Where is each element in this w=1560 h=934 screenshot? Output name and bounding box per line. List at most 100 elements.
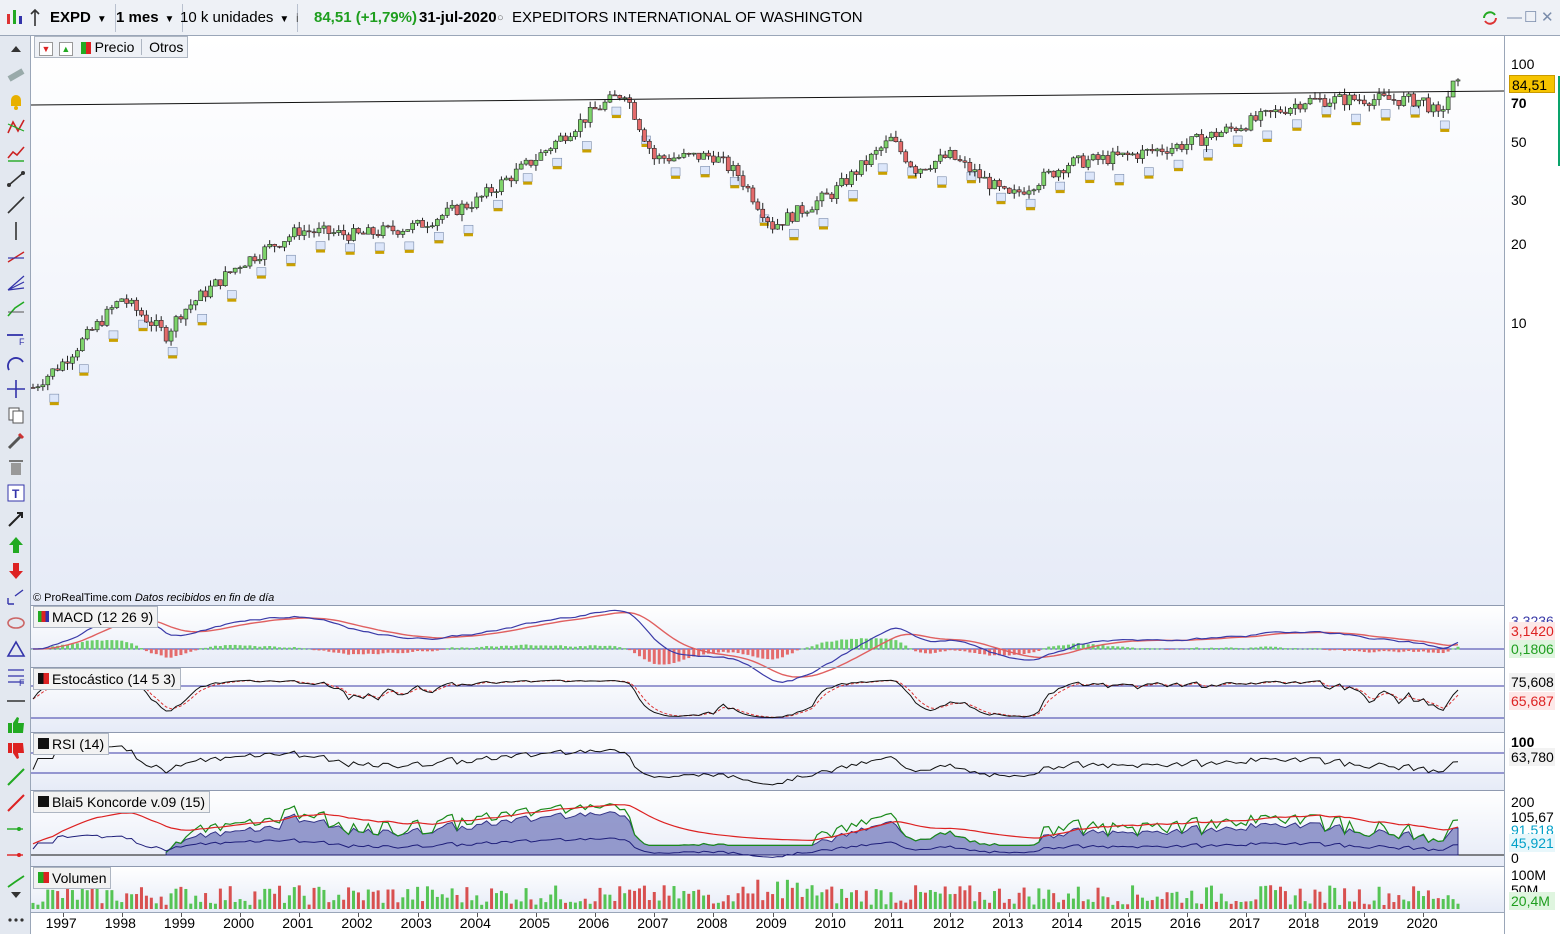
panel-separator[interactable] <box>31 790 1560 791</box>
candle <box>523 159 529 165</box>
macd-histogram-bar <box>904 645 908 650</box>
volume-bar <box>317 886 321 909</box>
macd-histogram-bar <box>307 648 311 650</box>
macd-histogram-bar <box>1308 648 1312 650</box>
stoch-label[interactable]: Estocástico (14 5 3) <box>33 668 181 690</box>
measure-icon[interactable] <box>5 586 27 608</box>
volume-bar <box>1269 885 1273 909</box>
chevron-up-icon[interactable] <box>5 38 27 60</box>
rsi-label[interactable]: RSI (14) <box>33 733 110 755</box>
volume-bar <box>731 901 735 909</box>
y-tick: 100 <box>1511 56 1535 72</box>
tools-icon[interactable] <box>5 430 27 452</box>
dividend-icon <box>375 250 385 254</box>
collapse-down-icon[interactable]: ▼ <box>39 42 53 56</box>
trendline-tool-icon[interactable] <box>5 194 27 216</box>
dividend-icon <box>1440 128 1450 132</box>
gann-tool-icon[interactable] <box>5 298 27 320</box>
units-dropdown[interactable]: 10 k unidades ▼ <box>174 4 299 32</box>
horizontal-line-icon[interactable]: F <box>5 326 27 348</box>
text-tool-icon[interactable]: T <box>5 482 27 504</box>
buy-line-icon[interactable] <box>5 766 27 788</box>
macd-histogram-bar <box>470 647 474 650</box>
symbol-dropdown[interactable]: EXPD ▼ <box>44 4 116 32</box>
tab-precio[interactable]: Precio <box>95 39 135 55</box>
macd-histogram-bar <box>465 647 469 650</box>
volume-bar <box>726 895 730 909</box>
info-icon[interactable]: i <box>296 4 308 32</box>
dividend-icon <box>611 115 621 119</box>
close-icon[interactable]: ✕ <box>1541 4 1554 32</box>
panel-separator[interactable] <box>31 732 1560 733</box>
copy-icon[interactable] <box>5 404 27 426</box>
thumbs-up-icon[interactable] <box>5 714 27 736</box>
volume-bar <box>761 900 765 909</box>
fan-tool-icon[interactable] <box>5 272 27 294</box>
macd-histogram-bar <box>1121 646 1125 650</box>
panel-separator[interactable] <box>31 605 1560 606</box>
maximize-icon[interactable]: ☐ <box>1524 4 1537 32</box>
candle <box>508 177 514 182</box>
arrow-tool-icon[interactable] <box>5 508 27 530</box>
pitchfork-icon[interactable]: F <box>5 664 27 686</box>
candle <box>1357 99 1362 102</box>
macd-histogram-bar <box>564 646 568 650</box>
vertical-line-icon[interactable] <box>5 220 27 242</box>
period-dropdown[interactable]: 1 mes ▼ <box>110 4 184 32</box>
candle <box>1100 155 1106 160</box>
arrow-up-icon[interactable] <box>5 534 27 556</box>
dividend-icon <box>1203 157 1213 161</box>
candle <box>104 308 110 326</box>
koncorde-label[interactable]: Blai5 Koncorde v.09 (15) <box>33 791 211 813</box>
arrow-down-icon[interactable] <box>5 560 27 582</box>
volume-label[interactable]: Volumen <box>33 867 112 889</box>
refresh-icon[interactable] <box>1480 4 1500 32</box>
macd-histogram-bar <box>302 648 306 650</box>
volume-bar <box>1254 899 1258 909</box>
sell-marker-icon[interactable] <box>5 844 27 866</box>
trash-icon[interactable] <box>5 456 27 478</box>
alert-bell-icon[interactable] <box>5 90 27 112</box>
channel-tool-icon[interactable] <box>5 142 27 164</box>
volume-bar <box>228 886 232 909</box>
candle <box>873 150 879 155</box>
panel-separator[interactable] <box>31 667 1560 668</box>
volume-bar <box>948 894 952 909</box>
volume-bar <box>1116 901 1120 909</box>
time-axis[interactable]: 1997 1998 1999 2000 2001 2002 2003 2004 2005 2006… <box>31 912 1504 934</box>
macd-label[interactable]: MACD (12 26 9) <box>33 606 159 628</box>
arc-tool-icon[interactable] <box>5 352 27 374</box>
x-tick: 2020 <box>1406 915 1438 931</box>
value-axis[interactable]: 100 70 50 30 20 10 84,51 3,3236 3,1420 0… <box>1504 36 1560 934</box>
macd-histogram-bar <box>85 640 89 650</box>
sell-line-icon[interactable] <box>5 792 27 814</box>
macd-histogram-bar <box>1298 648 1302 650</box>
volume-bar <box>1426 890 1430 909</box>
chart-area[interactable]: ▼ ▲ Precio Otros © ProRealTime.com Datos… <box>30 36 1505 912</box>
x-tick-mark <box>180 913 182 917</box>
ellipse-tool-icon[interactable] <box>5 612 27 634</box>
collapse-up-icon[interactable]: ▲ <box>58 42 73 56</box>
chevron-down-icon[interactable] <box>5 884 27 906</box>
ruler-icon[interactable] <box>5 64 27 86</box>
segment-tool-icon[interactable] <box>5 168 27 190</box>
fibonacci-icon[interactable] <box>5 246 27 268</box>
panel-separator[interactable] <box>31 866 1560 867</box>
candle <box>351 228 356 241</box>
volume-bar <box>1318 891 1322 909</box>
dividend-icon <box>1144 167 1154 176</box>
candle <box>977 169 983 179</box>
minimize-icon[interactable]: — <box>1507 4 1522 32</box>
link-icon[interactable] <box>28 4 42 32</box>
buy-marker-icon[interactable] <box>5 818 27 840</box>
dividend-icon <box>522 173 533 182</box>
chart-type-icon[interactable] <box>4 4 24 32</box>
more-icon[interactable] <box>5 908 27 930</box>
macd-histogram-bar <box>1412 649 1416 652</box>
triangle-tool-icon[interactable] <box>5 638 27 660</box>
thumbs-down-icon[interactable] <box>5 740 27 762</box>
macd-histogram-bar <box>1338 649 1342 650</box>
zigzag-tool-icon[interactable] <box>5 116 27 138</box>
tab-otros[interactable]: Otros <box>149 39 183 55</box>
move-icon[interactable] <box>5 378 27 400</box>
